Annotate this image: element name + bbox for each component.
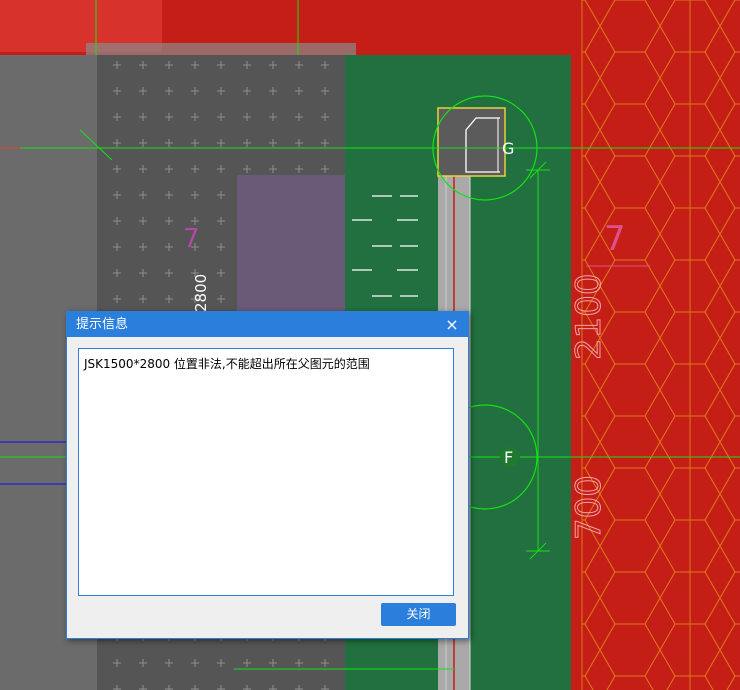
close-button[interactable]: 关闭 bbox=[381, 603, 456, 626]
dialog-titlebar[interactable]: 提示信息 × bbox=[67, 312, 468, 337]
dimension-700: 700 bbox=[569, 475, 609, 540]
close-icon[interactable]: × bbox=[444, 312, 460, 337]
dimension-2100: 2100 bbox=[569, 273, 609, 360]
beam-strip bbox=[86, 43, 356, 55]
purple-wall bbox=[237, 175, 345, 315]
dialog-title: 提示信息 bbox=[76, 317, 129, 332]
grid-number-left: 7 bbox=[183, 224, 200, 254]
dimension-2800: 2800 bbox=[192, 274, 210, 312]
info-dialog: 提示信息 × JSK1500*2800 位置非法,不能超出所在父图元的范围 关闭 bbox=[66, 311, 469, 639]
message-text: JSK1500*2800 位置非法,不能超出所在父图元的范围 bbox=[84, 357, 370, 371]
axis-label-g: G bbox=[502, 139, 514, 158]
axis-label-f: F bbox=[504, 448, 513, 467]
message-textarea[interactable]: JSK1500*2800 位置非法,不能超出所在父图元的范围 bbox=[78, 348, 454, 596]
grid-number-right: 7 bbox=[604, 219, 626, 259]
